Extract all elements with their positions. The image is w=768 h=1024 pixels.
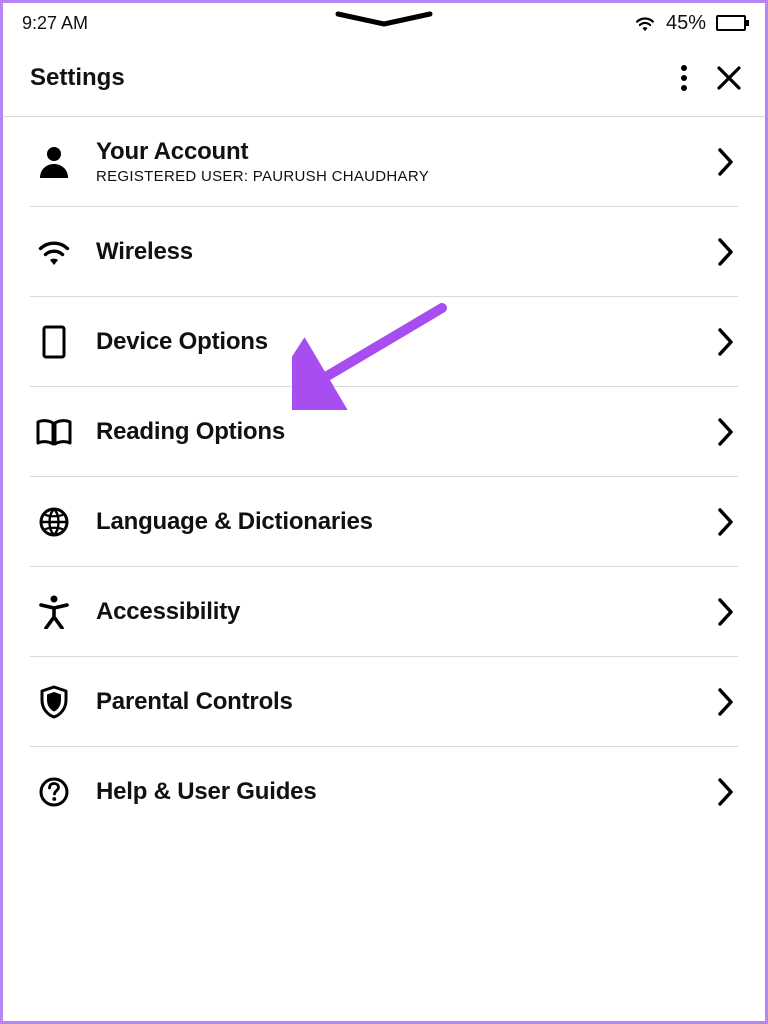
row-title: Wireless — [96, 238, 682, 266]
chevron-right-icon — [704, 598, 734, 626]
person-icon — [34, 145, 74, 179]
row-title: Reading Options — [96, 418, 682, 446]
close-icon[interactable] — [716, 65, 742, 91]
row-title: Accessibility — [96, 598, 682, 626]
chevron-right-icon — [704, 688, 734, 716]
more-options-icon[interactable] — [680, 64, 688, 92]
pull-down-handle-icon[interactable] — [334, 10, 434, 30]
battery-icon — [716, 15, 746, 31]
chevron-right-icon — [704, 148, 734, 176]
chevron-right-icon — [704, 778, 734, 806]
status-time: 9:27 AM — [22, 13, 88, 34]
row-reading-options[interactable]: Reading Options — [30, 387, 738, 477]
row-device-options[interactable]: Device Options — [30, 297, 738, 387]
chevron-right-icon — [704, 418, 734, 446]
row-title: Your Account — [96, 138, 682, 166]
settings-list: Your Account REGISTERED USER: PAURUSH CH… — [0, 117, 768, 837]
row-accessibility[interactable]: Accessibility — [30, 567, 738, 657]
shield-icon — [34, 685, 74, 719]
row-help-user-guides[interactable]: Help & User Guides — [30, 747, 738, 837]
device-icon — [34, 325, 74, 359]
help-icon — [34, 776, 74, 808]
row-language-dictionaries[interactable]: Language & Dictionaries — [30, 477, 738, 567]
row-title: Device Options — [96, 328, 682, 356]
row-title: Language & Dictionaries — [96, 508, 682, 536]
row-title: Help & User Guides — [96, 778, 682, 806]
chevron-right-icon — [704, 238, 734, 266]
row-your-account[interactable]: Your Account REGISTERED USER: PAURUSH CH… — [30, 117, 738, 207]
row-parental-controls[interactable]: Parental Controls — [30, 657, 738, 747]
row-wireless[interactable]: Wireless — [30, 207, 738, 297]
page-title: Settings — [30, 64, 125, 92]
row-title: Parental Controls — [96, 688, 682, 716]
book-icon — [34, 418, 74, 446]
globe-icon — [34, 506, 74, 538]
chevron-right-icon — [704, 328, 734, 356]
wifi-status-icon — [634, 14, 656, 32]
wifi-icon — [34, 237, 74, 267]
battery-percentage: 45% — [666, 12, 706, 35]
accessibility-icon — [34, 595, 74, 629]
chevron-right-icon — [704, 508, 734, 536]
settings-header: Settings — [0, 46, 768, 117]
row-subtitle: REGISTERED USER: PAURUSH CHAUDHARY — [96, 168, 682, 185]
